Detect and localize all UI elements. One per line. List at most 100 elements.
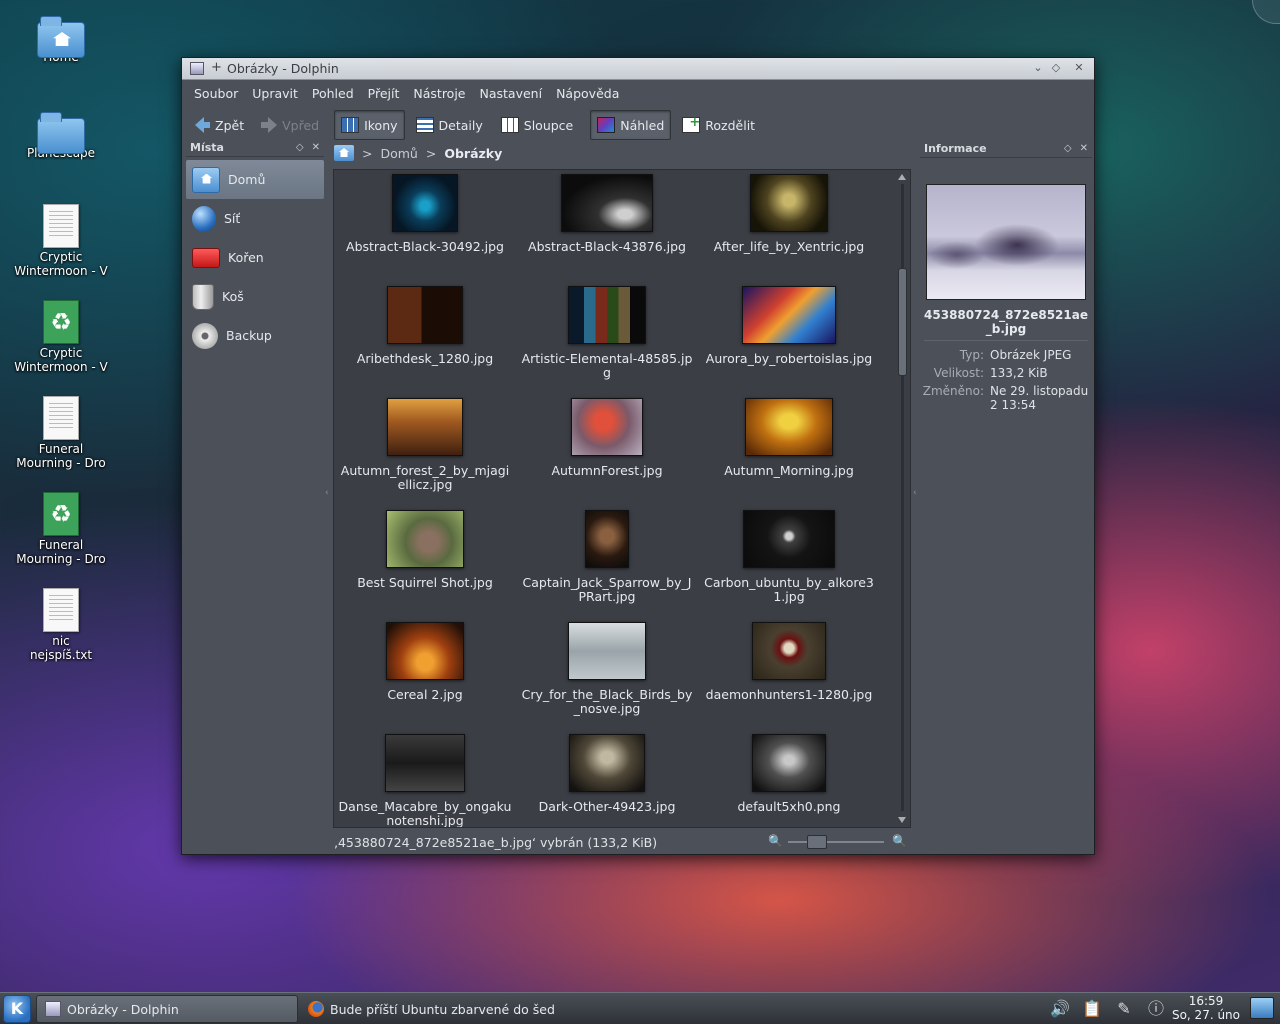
- desktop-icon[interactable]: Funeral Mourning - Dro: [8, 396, 114, 470]
- panel-close-icon[interactable]: ✕: [312, 142, 320, 153]
- task-firefox[interactable]: Bude příští Ubuntu zbarvené do šed: [300, 995, 554, 1023]
- menu-go[interactable]: Přejít: [361, 86, 407, 101]
- backup-drive-icon: [192, 322, 218, 349]
- menu-settings[interactable]: Nastavení: [473, 86, 550, 101]
- clock-date: So, 27. úno: [1171, 1008, 1241, 1022]
- vertical-scrollbar[interactable]: [897, 172, 908, 825]
- file-item[interactable]: Aribethdesk_1280.jpg: [334, 286, 516, 366]
- info-panel-header: Informace ◇ ✕: [920, 140, 1092, 158]
- panel-float-icon[interactable]: ◇: [296, 142, 304, 153]
- scroll-up-arrow-icon[interactable]: [898, 174, 906, 180]
- file-item[interactable]: Abstract-Black-43876.jpg: [516, 174, 698, 254]
- breadcrumb-home-icon[interactable]: [334, 145, 354, 161]
- menu-help[interactable]: Nápověda: [549, 86, 626, 101]
- folder-icon: [37, 16, 85, 58]
- file-item[interactable]: After_life_by_Xentric.jpg: [698, 174, 880, 254]
- desktop-icon[interactable]: nic nejspíš.txt: [8, 588, 114, 662]
- file-item[interactable]: Abstract-Black-30492.jpg: [334, 174, 516, 254]
- panel-close-icon[interactable]: ✕: [1080, 143, 1088, 154]
- desktop-corner-button[interactable]: [1252, 0, 1280, 24]
- file-item[interactable]: AutumnForest.jpg: [516, 398, 698, 478]
- desktop-icon[interactable]: Cryptic Wintermoon - V: [8, 204, 114, 278]
- places-item-label: Kořen: [228, 250, 264, 265]
- file-item[interactable]: Cry_for_the_Black_Birds_by_nosve.jpg: [516, 622, 698, 716]
- preview-label: Náhled: [620, 117, 665, 133]
- title-bar[interactable]: + Obrázky - Dolphin ⌄ ◇ ✕: [182, 58, 1094, 80]
- zoom-track[interactable]: [788, 841, 884, 843]
- scroll-down-arrow-icon[interactable]: [898, 817, 906, 823]
- maximize-button[interactable]: ◇: [1048, 60, 1064, 76]
- close-button[interactable]: ✕: [1071, 60, 1087, 76]
- show-desktop-icon[interactable]: [1250, 997, 1274, 1019]
- dolphin-app-icon[interactable]: [190, 62, 204, 75]
- minimize-button[interactable]: ⌄: [1030, 60, 1046, 76]
- file-item[interactable]: Cereal 2.jpg: [334, 622, 516, 702]
- places-item[interactable]: Domů: [186, 160, 324, 199]
- text-document-icon: [43, 588, 79, 632]
- pin-icon[interactable]: +: [211, 60, 222, 75]
- clock[interactable]: 16:59 So, 27. úno: [1168, 994, 1244, 1022]
- file-item[interactable]: default5xh0.png: [698, 734, 880, 814]
- desktop-icon[interactable]: Home: [8, 12, 114, 64]
- menu-view[interactable]: Pohled: [305, 86, 361, 101]
- file-item[interactable]: Aurora_by_robertoislas.jpg: [698, 286, 880, 366]
- menu-edit[interactable]: Upravit: [245, 86, 305, 101]
- desktop-icon[interactable]: ♻ Funeral Mourning - Dro: [8, 492, 114, 566]
- breadcrumb-home[interactable]: Domů: [380, 146, 417, 161]
- file-item[interactable]: Dark-Other-49423.jpg: [516, 734, 698, 814]
- file-item[interactable]: Danse_Macabre_by_ongakunotenshi.jpg: [334, 734, 516, 827]
- scroll-thumb[interactable]: [898, 268, 907, 376]
- file-item[interactable]: Carbon_ubuntu_by_alkore31.jpg: [698, 510, 880, 604]
- zoom-slider[interactable]: 🔍 🔍: [768, 834, 908, 850]
- left-splitter[interactable]: ‹: [325, 488, 329, 498]
- kde-menu-button[interactable]: K: [3, 995, 31, 1023]
- desktop-icon[interactable]: ♻ Cryptic Wintermoon - V: [8, 300, 114, 374]
- info-divider: [924, 340, 1088, 341]
- split-button[interactable]: Rozdělit: [675, 110, 762, 140]
- info-key: Typ:: [959, 348, 984, 362]
- info-icon[interactable]: ⓘ: [1146, 999, 1166, 1019]
- places-item[interactable]: Backup: [186, 316, 324, 355]
- file-thumbnail: [752, 734, 826, 792]
- places-item[interactable]: Kořen: [186, 238, 324, 277]
- back-button[interactable]: Zpět: [188, 110, 251, 140]
- file-item[interactable]: daemonhunters1-1280.jpg: [698, 622, 880, 702]
- network-tool-icon[interactable]: ✎: [1114, 999, 1134, 1019]
- details-view-button[interactable]: Detaily: [409, 110, 490, 140]
- zoom-in-icon[interactable]: 🔍: [892, 834, 907, 848]
- file-name: Abstract-Black-43876.jpg: [528, 239, 686, 254]
- breadcrumb-current[interactable]: Obrázky: [444, 146, 502, 161]
- places-item-label: Backup: [226, 328, 272, 343]
- file-item[interactable]: Autumn_forest_2_by_mjagiellicz.jpg: [334, 398, 516, 492]
- file-item[interactable]: Autumn_Morning.jpg: [698, 398, 880, 478]
- info-preview-image: [926, 184, 1086, 300]
- clipboard-icon[interactable]: 📋: [1082, 999, 1102, 1019]
- file-name: Autumn_Morning.jpg: [724, 463, 854, 478]
- file-name: Autumn_forest_2_by_mjagiellicz.jpg: [340, 463, 510, 492]
- forward-button[interactable]: Vpřed: [255, 110, 326, 140]
- info-filename: 453880724_872e8521ae_b.jpg: [924, 308, 1088, 336]
- preview-toggle-button[interactable]: Náhled: [590, 110, 672, 140]
- file-item[interactable]: Artistic-Elemental-48585.jpg: [516, 286, 698, 380]
- task-dolphin[interactable]: Obrázky - Dolphin: [36, 995, 298, 1023]
- network-icon: [192, 205, 216, 232]
- columns-view-button[interactable]: Sloupce: [494, 110, 580, 140]
- recycle-document-icon: ♻: [43, 300, 79, 344]
- desktop-icon[interactable]: Planescape: [8, 108, 114, 160]
- menu-file[interactable]: Soubor: [187, 86, 245, 101]
- menu-tools[interactable]: Nástroje: [406, 86, 472, 101]
- panel-float-icon[interactable]: ◇: [1064, 143, 1072, 154]
- zoom-handle[interactable]: [807, 835, 827, 849]
- zoom-out-icon[interactable]: 🔍: [768, 834, 783, 848]
- volume-icon[interactable]: 🔊: [1050, 999, 1070, 1019]
- info-row-modified: Změněno: Ne 29. listopadu 2 13:54: [920, 384, 1092, 412]
- file-item[interactable]: Best Squirrel Shot.jpg: [334, 510, 516, 590]
- file-name: AutumnForest.jpg: [551, 463, 663, 478]
- icons-view-button[interactable]: Ikony: [334, 110, 405, 140]
- places-item[interactable]: Síť: [186, 199, 324, 238]
- file-name: Carbon_ubuntu_by_alkore31.jpg: [704, 575, 874, 604]
- places-item[interactable]: Koš: [186, 277, 324, 316]
- file-item[interactable]: Captain_Jack_Sparrow_by_JPRart.jpg: [516, 510, 698, 604]
- right-splitter[interactable]: ‹: [913, 488, 917, 498]
- file-view[interactable]: Abstract-Black-30492.jpg Abstract-Black-4…: [333, 169, 911, 828]
